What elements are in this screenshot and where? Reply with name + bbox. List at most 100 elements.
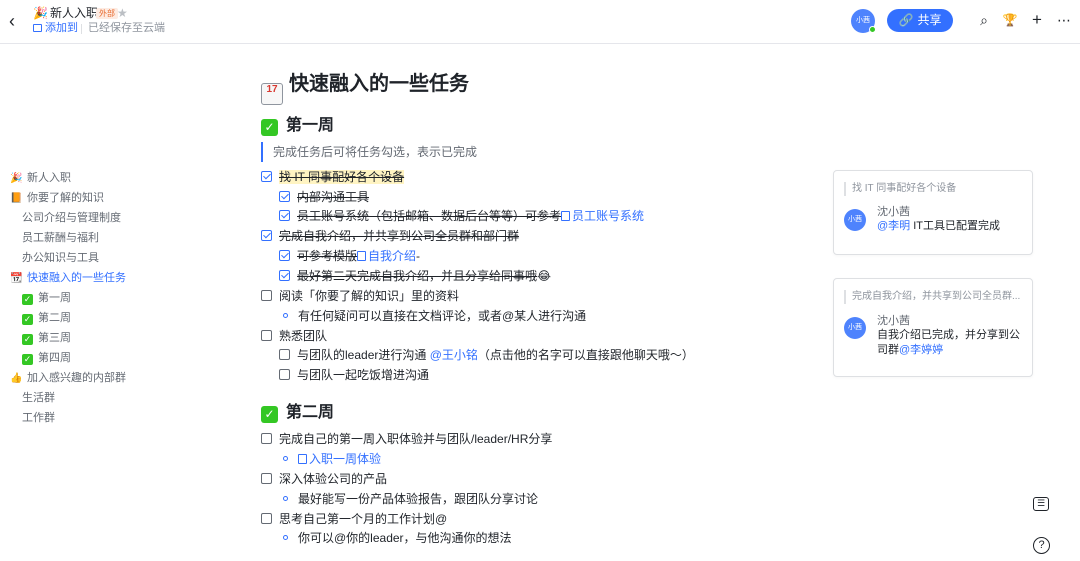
add-to-button[interactable]: 添加到: [33, 22, 78, 35]
comment-icon[interactable]: ☰: [1033, 497, 1049, 511]
saved-status: 已经保存至云端: [88, 22, 165, 34]
task-text: 内部沟通工具: [297, 190, 370, 204]
task-checkbox[interactable]: [279, 270, 290, 281]
doc-link[interactable]: 自我介绍: [357, 249, 416, 263]
doc-link-text: 入职一周体验: [309, 452, 382, 466]
folder-icon: [33, 24, 42, 32]
heading-text: 第一周: [286, 117, 335, 134]
comment-text: IT工具已配置完成: [913, 220, 1001, 232]
outline-item-active[interactable]: 📆 快速融入的一些任务: [10, 268, 170, 288]
outline-item-label: 第二周: [38, 312, 71, 324]
task-text: 完成自我介绍，并共享到公司全员群和部门群: [279, 229, 520, 243]
outline-item[interactable]: 👍 加入感兴趣的内部群: [10, 368, 170, 388]
quote-block: 完成任务后可将任务勾选，表示已完成: [261, 142, 477, 162]
outline-item[interactable]: 🎉 新人入职: [10, 168, 170, 188]
calendar-icon: 17: [261, 83, 283, 105]
comment-card[interactable]: 找 IT 同事配好各个设备 小茜 沈小茜 @李明 IT工具已配置完成: [833, 170, 1033, 255]
user-mention[interactable]: @李婷婷: [899, 344, 943, 356]
comment-body: 自我介绍已完成，并分享到公司群@李婷婷: [877, 328, 1027, 358]
outline-item-label: 新人入职: [27, 172, 71, 184]
task-checkbox[interactable]: [261, 473, 272, 484]
doc-emoji-icon: 🎉: [33, 6, 48, 20]
check-icon: ✓: [261, 406, 278, 423]
outline-item[interactable]: 生活群: [10, 388, 170, 408]
outline-item-label: 生活群: [22, 392, 55, 404]
task-item: 完成自己的第一周入职体验并与团队/leader/HR分享: [261, 429, 552, 449]
user-mention[interactable]: @王小铭: [430, 348, 478, 362]
avatar[interactable]: 小茜: [851, 9, 876, 33]
doc-link[interactable]: 入职一周体验: [298, 452, 381, 466]
comment-author: 沈小茜: [877, 315, 910, 327]
task-checkbox[interactable]: [261, 433, 272, 444]
doc-icon: [298, 454, 307, 464]
bullet-icon: [283, 313, 288, 318]
check-icon: ✓: [261, 119, 278, 136]
task-text: 找 IT 同事配好各个设备: [279, 170, 405, 184]
doc-icon: [357, 251, 367, 261]
task-suffix: （点击他的名字可以直接跟他聊天哦～）: [477, 348, 694, 362]
comment-card[interactable]: 完成自我介绍，并共享到公司全员群... 小茜 沈小茜 自我介绍已完成，并分享到公…: [833, 278, 1033, 377]
comment-body: @李明 IT工具已配置完成: [877, 219, 1027, 234]
outline-item-label: 第一周: [38, 292, 71, 304]
outline-item[interactable]: 📙 你要了解的知识: [10, 188, 170, 208]
book-icon: 📙: [10, 193, 23, 204]
list-item-text: 你可以@你的leader，与他沟通你的想法: [298, 531, 512, 545]
task-text: 与团队一起吃饭增进沟通: [297, 368, 430, 382]
task-checkbox[interactable]: [279, 210, 290, 221]
doc-link[interactable]: 员工账号系统: [561, 209, 644, 223]
outline-item[interactable]: ✓ 第二周: [10, 308, 170, 328]
task-checkbox[interactable]: [261, 330, 272, 341]
outline-item-label: 工作群: [22, 412, 55, 424]
outline-item[interactable]: 公司介绍与管理制度: [10, 208, 170, 228]
more-icon[interactable]: ⋯: [1054, 10, 1074, 30]
star-icon[interactable]: ★: [117, 6, 128, 20]
doc-outline: 🎉 新人入职 📙 你要了解的知识 公司介绍与管理制度 员工薪酬与福利 办公知识与工具…: [10, 168, 170, 428]
task-item: 思考自己第一个月的工作计划@: [261, 509, 447, 529]
task-checkbox[interactable]: [261, 230, 272, 241]
heading-week2: ✓ 第二周: [261, 401, 334, 425]
heading-week1: ✓ 第一周: [261, 114, 334, 138]
task-checkbox[interactable]: [261, 290, 272, 301]
doc-title[interactable]: 新人入职: [50, 6, 98, 20]
list-item: 有任何疑问可以直接在文档评论，或者@某人进行沟通: [283, 306, 586, 326]
outline-item[interactable]: 员工薪酬与福利: [10, 228, 170, 248]
outline-item[interactable]: ✓ 第一周: [10, 288, 170, 308]
outline-item[interactable]: 办公知识与工具: [10, 248, 170, 268]
bullet-icon: [283, 496, 288, 501]
task-checkbox[interactable]: [279, 191, 290, 202]
outline-item[interactable]: ✓ 第四周: [10, 348, 170, 368]
task-checkbox[interactable]: [279, 369, 290, 380]
help-icon[interactable]: ?: [1033, 537, 1050, 554]
task-checkbox[interactable]: [279, 349, 290, 360]
back-icon[interactable]: ‹: [9, 11, 23, 31]
task-text: 思考自己第一个月的工作计划@: [279, 512, 448, 526]
task-text: 可参考模版: [297, 249, 358, 263]
task-item: 与团队一起吃饭增进沟通: [279, 365, 429, 385]
task-text: 阅读「你要了解的知识」里的资料: [279, 289, 460, 303]
task-item: 最好第二天完成自我介绍，并且分享给同事哦😂: [279, 266, 551, 286]
avatar[interactable]: 小茜: [844, 209, 866, 231]
comment-quote: 找 IT 同事配好各个设备: [844, 182, 1022, 196]
task-item: 深入体验公司的产品: [261, 469, 387, 489]
avatar[interactable]: 小茜: [844, 317, 866, 339]
search-icon[interactable]: ⌕: [974, 10, 994, 30]
outline-item[interactable]: 工作群: [10, 408, 170, 428]
list-item-text: 最好能写一份产品体验报告，跟团队分享讨论: [298, 492, 539, 506]
link-icon: 🔗: [898, 13, 914, 27]
calendar-icon: 📆: [10, 273, 23, 284]
task-item: 完成自我介绍，并共享到公司全员群和部门群: [261, 226, 519, 246]
task-suffix: -: [416, 249, 421, 263]
external-badge: 外部: [96, 8, 118, 19]
task-checkbox[interactable]: [279, 250, 290, 261]
bullet-icon: [283, 456, 288, 461]
task-checkbox[interactable]: [261, 171, 272, 182]
heading-text: 第二周: [286, 404, 335, 421]
outline-item-label: 你要了解的知识: [27, 192, 104, 204]
share-button[interactable]: 🔗 共享: [887, 9, 953, 32]
user-mention[interactable]: @李明: [877, 220, 910, 232]
presentation-icon[interactable]: 🏆: [1000, 10, 1020, 30]
task-checkbox[interactable]: [261, 513, 272, 524]
outline-item[interactable]: ✓ 第三周: [10, 328, 170, 348]
add-icon[interactable]: +: [1027, 10, 1047, 30]
outline-item-label: 加入感兴趣的内部群: [27, 372, 126, 384]
